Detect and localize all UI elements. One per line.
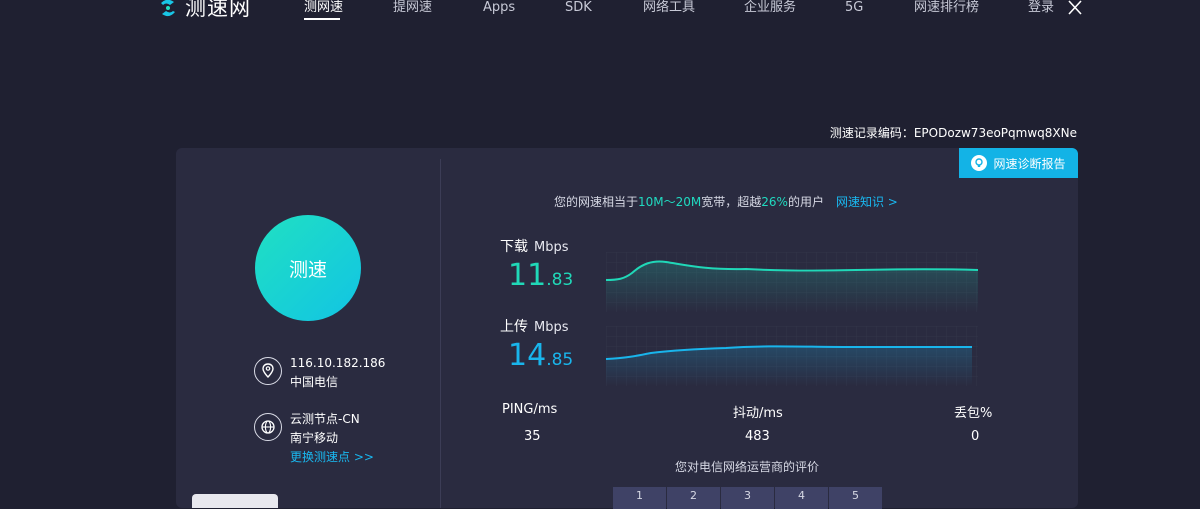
nav-network-tools[interactable]: 网络工具 xyxy=(643,0,695,16)
rating-option-5[interactable]: 5 xyxy=(829,487,882,509)
rating-options: 1 2 3 4 5 xyxy=(613,487,882,509)
node-location: 南宁移动 xyxy=(290,431,339,445)
download-value: 11.83 xyxy=(508,258,573,293)
top-header: 测速网 测网速 提网速 Apps SDK 网络工具 企业服务 5G 网速排行榜 … xyxy=(0,0,1200,24)
change-node-link[interactable]: 更换测速点 >> xyxy=(290,448,374,467)
close-icon[interactable] xyxy=(1067,0,1083,16)
upload-value: 14.85 xyxy=(508,338,573,373)
download-unit: Mbps xyxy=(534,240,569,255)
rating-option-4[interactable]: 4 xyxy=(775,487,828,509)
packet-loss-label: 丢包% xyxy=(954,406,993,421)
start-test-button[interactable]: 测速 xyxy=(255,215,361,321)
nav-sdk[interactable]: SDK xyxy=(565,0,592,16)
node-name: 云测节点-CN xyxy=(290,412,360,426)
rating-option-1[interactable]: 1 xyxy=(613,487,666,509)
globe-icon xyxy=(254,413,282,441)
speed-summary: 您的网速相当于10M～20M宽带，超越26%的用户 网速知识 > xyxy=(554,193,898,210)
download-label-text: 下载 xyxy=(500,239,528,255)
speed-knowledge-link[interactable]: 网速知识 > xyxy=(836,195,898,209)
client-ip: 116.10.182.186 xyxy=(290,356,386,370)
diagnose-report-label: 网速诊断报告 xyxy=(993,156,1066,171)
download-dec: .83 xyxy=(546,270,574,290)
summary-prefix: 您的网速相当于 xyxy=(554,195,639,209)
upload-label-text: 上传 xyxy=(500,319,528,335)
upload-unit: Mbps xyxy=(534,320,569,335)
download-label: 下载 Mbps xyxy=(500,236,569,256)
ping-label: PING/ms xyxy=(502,402,558,417)
main-nav: 测网速 提网速 Apps SDK 网络工具 企业服务 5G 网速排行榜 登录 xyxy=(0,0,1200,24)
upload-dec: .85 xyxy=(546,350,574,370)
left-panel-button-stub[interactable] xyxy=(192,494,278,508)
diagnose-report-button[interactable]: 网速诊断报告 xyxy=(959,148,1078,178)
nav-speed-test[interactable]: 测网速 xyxy=(304,0,343,16)
nav-5g[interactable]: 5G xyxy=(845,0,863,16)
result-card: 网速诊断报告 测速 116.10.182.186 中国电信 云测节点-CN 南宁… xyxy=(176,148,1078,509)
bulb-icon xyxy=(971,155,988,171)
location-pin-icon xyxy=(254,357,282,385)
packet-loss-value: 0 xyxy=(971,429,980,444)
jitter-label: 抖动/ms xyxy=(733,406,783,421)
panel-divider xyxy=(440,159,441,508)
rating-option-3[interactable]: 3 xyxy=(721,487,774,509)
download-graph xyxy=(606,252,978,312)
jitter-value: 483 xyxy=(745,429,770,444)
summary-suffix: 的用户 xyxy=(787,195,824,209)
nav-ranking[interactable]: 网速排行榜 xyxy=(914,0,979,16)
nav-active-underline xyxy=(304,18,340,20)
upload-graph xyxy=(606,326,978,386)
summary-percent: 26% xyxy=(761,195,788,209)
login-link[interactable]: 登录 xyxy=(1028,0,1054,16)
rating-title: 您对电信网络运营商的评价 xyxy=(675,460,820,474)
summary-mid: 宽带，超越 xyxy=(701,195,762,209)
client-isp: 中国电信 xyxy=(290,375,339,389)
client-info: 116.10.182.186 中国电信 xyxy=(254,354,385,392)
download-int: 11 xyxy=(508,258,547,293)
summary-bandwidth: 10M～20M xyxy=(638,195,702,209)
test-record-code: 测速记录编码：EPODozw73eoPqmwq8XNe xyxy=(829,126,1077,140)
upload-int: 14 xyxy=(508,338,547,373)
nav-improve-speed[interactable]: 提网速 xyxy=(393,0,432,16)
nav-apps[interactable]: Apps xyxy=(483,0,515,16)
rating-option-2[interactable]: 2 xyxy=(667,487,720,509)
ping-value: 35 xyxy=(524,429,541,444)
node-info: 云测节点-CN 南宁移动 更换测速点 >> xyxy=(254,410,374,467)
upload-label: 上传 Mbps xyxy=(500,316,569,336)
nav-enterprise[interactable]: 企业服务 xyxy=(744,0,796,16)
